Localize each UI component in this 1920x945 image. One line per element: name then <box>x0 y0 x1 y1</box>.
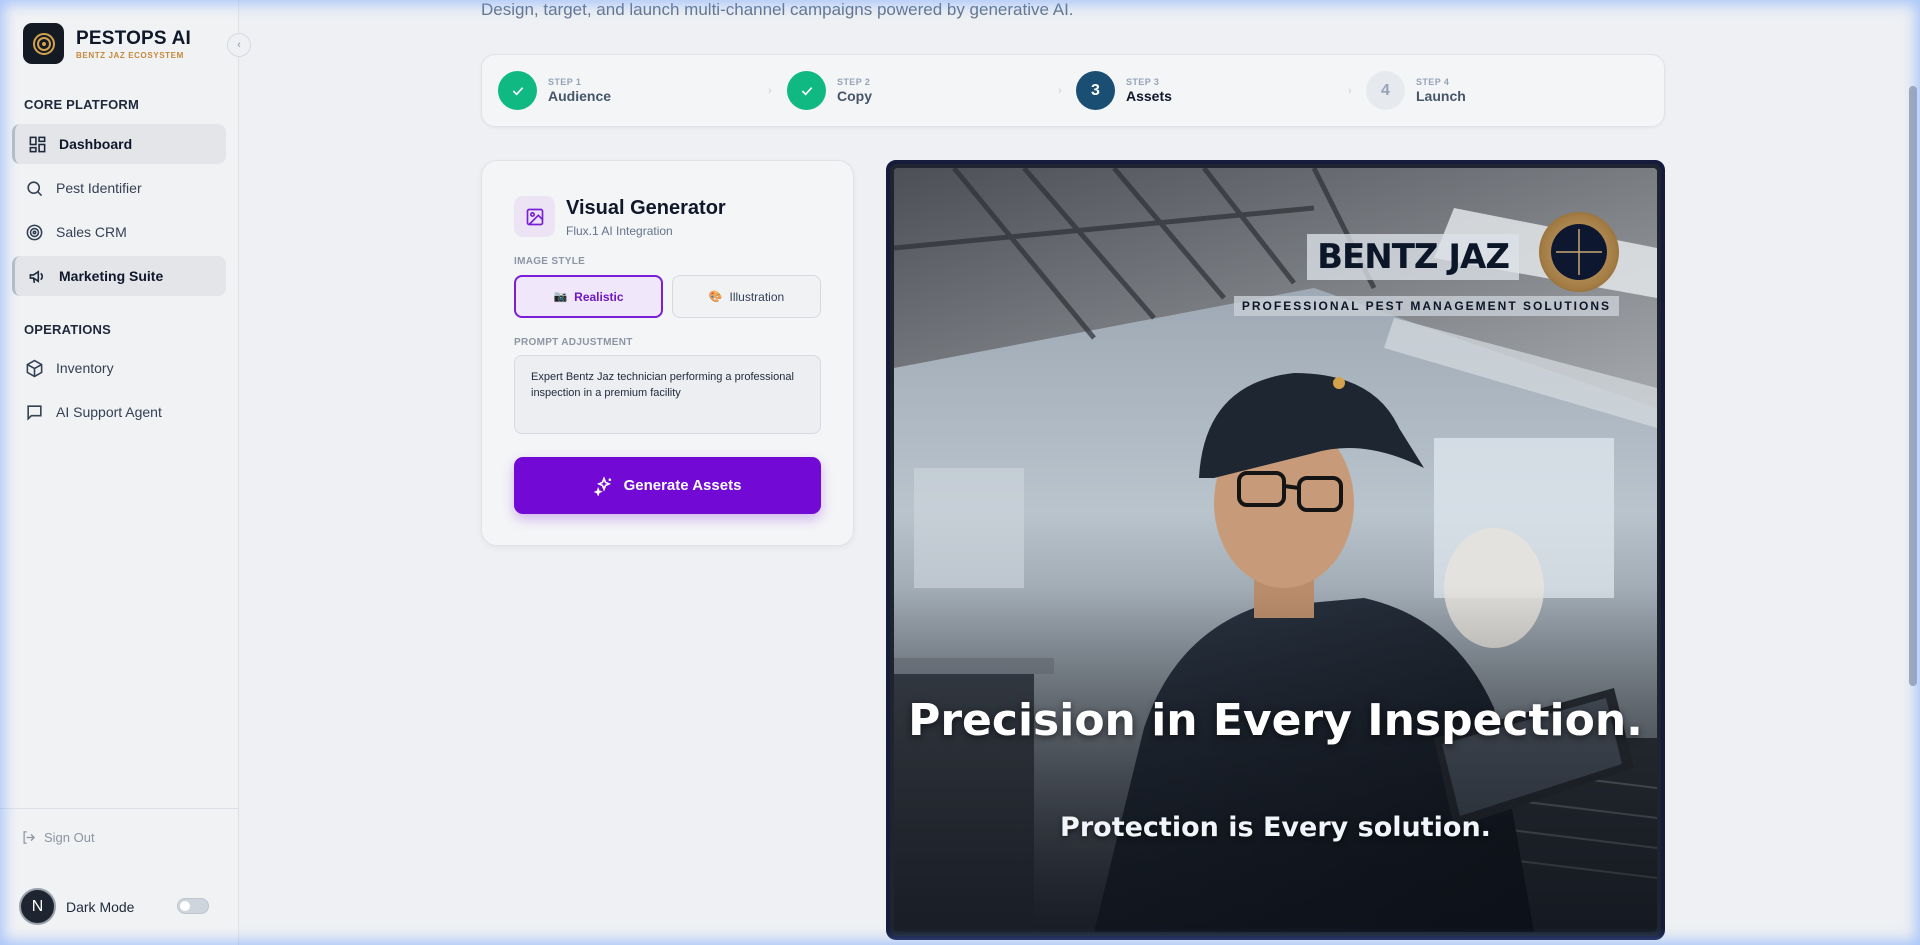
brand-subtitle: BENTZ JAZ ECOSYSTEM <box>76 50 184 60</box>
brand-tagline: PROFESSIONAL PEST MANAGEMENT SOLUTIONS <box>1233 296 1619 316</box>
step-assets[interactable]: 3 STEP 3 Assets <box>1076 71 1172 110</box>
step-name: Launch <box>1416 88 1466 104</box>
step-name: Assets <box>1126 88 1172 104</box>
avatar[interactable]: N <box>19 888 56 925</box>
sidebar-item-inventory[interactable]: Inventory <box>12 348 226 388</box>
grid-icon <box>27 134 47 154</box>
camera-icon: 📷 <box>553 291 568 303</box>
sidebar-item-pest-identifier[interactable]: Pest Identifier <box>12 168 226 208</box>
chevron-left-icon: ‹ <box>237 39 241 51</box>
step-copy[interactable]: STEP 2 Copy <box>787 71 872 110</box>
dark-mode-toggle[interactable] <box>177 898 209 914</box>
preview-image: BENTZ JAZ PROFESSIONAL PEST MANAGEMENT S… <box>894 168 1657 932</box>
style-realistic-button[interactable]: 📷 Realistic <box>514 275 663 318</box>
section-operations: OPERATIONS <box>24 322 111 337</box>
prompt-textarea[interactable]: Expert Bentz Jaz technician performing a… <box>514 355 821 434</box>
sidebar-item-label: Dashboard <box>59 136 133 152</box>
step-audience[interactable]: STEP 1 Audience <box>498 71 611 110</box>
sidebar-item-label: Sales CRM <box>56 224 127 240</box>
sidebar-item-marketing-suite[interactable]: Marketing Suite <box>12 256 226 296</box>
step-number: STEP 2 <box>837 77 871 87</box>
step-name: Audience <box>548 88 612 104</box>
step-badge: 4 <box>1366 71 1405 110</box>
step-launch[interactable]: 4 STEP 4 Launch <box>1366 71 1466 110</box>
generator-subtitle: Flux.1 AI Integration <box>566 224 673 238</box>
step-number: STEP 1 <box>548 77 582 87</box>
sparkles-icon <box>593 475 614 496</box>
target-icon <box>24 222 44 242</box>
step-badge: 3 <box>1076 71 1115 110</box>
section-core-platform: CORE PLATFORM <box>24 97 140 112</box>
style-illustration-button[interactable]: 🎨 Illustration <box>672 275 821 318</box>
dark-mode-label: Dark Mode <box>66 898 135 915</box>
step-name: Copy <box>837 88 872 104</box>
sidebar-item-label: Marketing Suite <box>59 268 164 284</box>
visual-generator-card: Visual Generator Flux.1 AI Integration I… <box>481 160 854 546</box>
brand-logo-icon <box>23 23 64 64</box>
style-label: Realistic <box>574 289 624 304</box>
sidebar-item-label: Pest Identifier <box>56 180 142 196</box>
ad-subline: Protection is Every solution. <box>1060 812 1491 843</box>
sidebar-item-label: AI Support Agent <box>56 404 162 420</box>
palette-icon: 🎨 <box>708 291 723 303</box>
brand-wordmark: BENTZ JAZ <box>1307 234 1519 280</box>
step-number: STEP 3 <box>1126 77 1160 87</box>
scrollbar-track[interactable] <box>1906 0 1920 945</box>
sidebar-item-ai-support-agent[interactable]: AI Support Agent <box>12 392 226 432</box>
generated-asset-preview[interactable]: BENTZ JAZ PROFESSIONAL PEST MANAGEMENT S… <box>886 160 1665 940</box>
chevron-right-icon: › <box>1058 85 1062 97</box>
sign-out-label: Sign Out <box>44 830 95 845</box>
check-icon <box>787 71 826 110</box>
scrollbar-thumb[interactable] <box>1909 86 1917 686</box>
page-subtitle: Design, target, and launch multi-channel… <box>481 0 1074 19</box>
chat-icon <box>24 402 44 422</box>
ad-headline: Precision in Every Inspection. <box>908 695 1643 746</box>
sidebar-item-label: Inventory <box>56 360 114 376</box>
generate-label: Generate Assets <box>623 477 742 494</box>
check-icon <box>498 71 537 110</box>
generate-assets-button[interactable]: Generate Assets <box>514 457 821 514</box>
brand-seal-icon <box>1539 212 1619 292</box>
brand-title: PESTOPS AI <box>76 27 191 49</box>
brand[interactable]: PESTOPS AI BENTZ JAZ ECOSYSTEM <box>23 23 191 64</box>
toggle-knob <box>180 901 190 911</box>
sidebar-item-sales-crm[interactable]: Sales CRM <box>12 212 226 252</box>
image-style-label: IMAGE STYLE <box>514 256 586 267</box>
sign-out-icon <box>21 830 36 845</box>
chevron-right-icon: › <box>1348 85 1352 97</box>
sign-out-button[interactable]: Sign Out <box>21 830 95 845</box>
megaphone-icon <box>27 266 47 286</box>
collapse-sidebar-button[interactable]: ‹ <box>227 33 251 57</box>
image-icon <box>514 196 555 237</box>
campaign-stepper: STEP 1 Audience › STEP 2 Copy › 3 STEP 3… <box>481 54 1665 127</box>
search-icon <box>24 178 44 198</box>
generator-title: Visual Generator <box>566 197 726 219</box>
step-number: STEP 4 <box>1416 77 1450 87</box>
sidebar-divider <box>0 808 239 809</box>
user-row: N Dark Mode <box>19 888 219 925</box>
sidebar-item-dashboard[interactable]: Dashboard <box>12 124 226 164</box>
chevron-right-icon: › <box>768 85 772 97</box>
sidebar: PESTOPS AI BENTZ JAZ ECOSYSTEM CORE PLAT… <box>0 0 239 945</box>
prompt-adjustment-label: PROMPT ADJUSTMENT <box>514 337 633 348</box>
box-icon <box>24 358 44 378</box>
style-label: Illustration <box>729 289 785 304</box>
